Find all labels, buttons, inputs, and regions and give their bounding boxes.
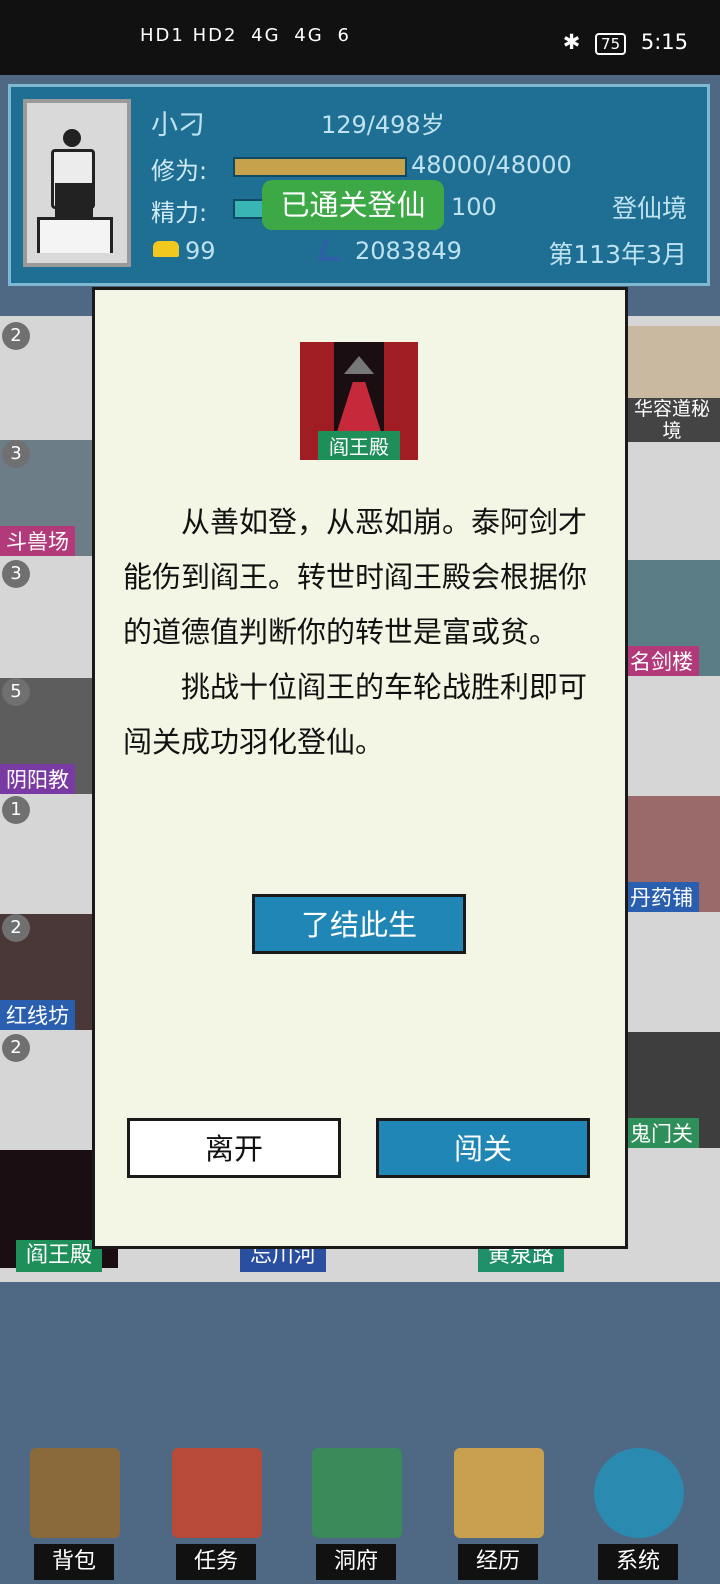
cultivation-bar — [233, 157, 407, 177]
cultivation-value: 48000/48000 — [411, 151, 572, 179]
sim-indicator: HD1 HD2 — [140, 25, 238, 46]
score-value: 2083849 — [355, 237, 462, 265]
tile-count-badge: 2 — [2, 914, 30, 942]
nav-tasks[interactable]: 任务 — [162, 1442, 272, 1582]
player-name: 小刁 — [151, 110, 205, 141]
dialog-description: 从善如登，从恶如崩。泰阿剑才能伤到阎王。转世时阎王殿会根据你的道德值判断你的转世… — [123, 495, 603, 770]
tile-label: 斗兽场 — [0, 526, 75, 556]
scroll-icon — [172, 1448, 262, 1538]
nav-label: 洞府 — [316, 1544, 396, 1580]
passed-badge: 已通关登仙 — [262, 180, 444, 230]
nav-cave[interactable]: 洞府 — [302, 1442, 412, 1582]
player-age: 129/498岁 — [321, 111, 445, 139]
level-dialog: 阎王殿 从善如登，从恶如崩。泰阿剑才能伤到阎王。转世时阎王殿会根据你的道德值判断… — [92, 287, 628, 1249]
description-paragraph-1: 从善如登，从恶如崩。泰阿剑才能伤到阎王。转世时阎王殿会根据你的道德值判断你的转世… — [123, 505, 588, 649]
nav-label: 经历 — [458, 1544, 538, 1580]
tile-count-badge: 2 — [2, 1034, 30, 1062]
tile-count-badge: 5 — [2, 678, 30, 706]
yama-hall-icon: 阎王殿 — [300, 342, 418, 460]
realm-label: 登仙境 — [611, 194, 687, 223]
bluetooth-icon: ✱ — [562, 30, 581, 54]
tile-label: 华容道秘境 — [624, 398, 720, 442]
game-date: 第113年3月 — [548, 240, 687, 269]
book-icon — [454, 1448, 544, 1538]
tile-count-badge: 1 — [2, 796, 30, 824]
nav-label: 系统 — [598, 1544, 678, 1580]
nav-history[interactable]: 经历 — [444, 1442, 554, 1582]
tile-huarong-secret[interactable]: 华容道秘境 — [624, 326, 720, 442]
tile-arena[interactable]: 3 斗兽场 — [0, 440, 96, 556]
status-indicators: HD1 HD2 4G 4G 6 — [140, 25, 357, 46]
tile-sword-tower[interactable]: 名剑楼 — [624, 560, 720, 676]
tile-ghost-gate[interactable]: 鬼门关 — [624, 1032, 720, 1148]
tile-label: 阴阳教 — [0, 764, 75, 794]
gold-ingot-icon — [153, 241, 179, 257]
challenge-button[interactable]: 闯关 — [376, 1118, 590, 1178]
leave-button[interactable]: 离开 — [127, 1118, 341, 1178]
status-right: ✱ 75 5:15 — [563, 30, 688, 55]
bag-icon — [30, 1448, 120, 1538]
signal-icon: 4G — [251, 25, 281, 46]
tile-count-badge: 3 — [2, 560, 30, 588]
tile-redline-workshop[interactable]: 2 红线坊 — [0, 914, 96, 1030]
tile-label-yama-hall[interactable]: 阎王殿 — [16, 1240, 103, 1272]
icon-caption: 阎王殿 — [318, 431, 400, 460]
wifi-icon: 6 — [337, 25, 351, 46]
gear-icon — [594, 1448, 684, 1538]
pagoda-icon — [312, 1448, 402, 1538]
battery-icon: 75 — [595, 33, 627, 55]
avatar[interactable] — [23, 99, 131, 267]
tile-label: 鬼门关 — [624, 1118, 699, 1148]
nav-label: 任务 — [176, 1544, 256, 1580]
bottom-nav: 背包 任务 洞府 经历 系统 — [0, 1430, 720, 1584]
tile-count-badge: 2 — [2, 322, 30, 350]
robe — [37, 217, 113, 253]
tile-label: 红线坊 — [0, 1000, 75, 1030]
tile-label: 名剑楼 — [624, 646, 699, 676]
status-bar: HD1 HD2 4G 4G 6 ✱ 75 5:15 — [0, 0, 720, 75]
nav-label: 背包 — [34, 1544, 114, 1580]
nav-system[interactable]: 系统 — [584, 1442, 694, 1582]
hair-bun — [63, 129, 81, 147]
cultivation-label: 修为: — [151, 157, 208, 185]
clock: 5:15 — [640, 30, 688, 54]
end-life-button[interactable]: 了结此生 — [252, 894, 466, 954]
tile-yinyang-sect[interactable]: 5 阴阳教 — [0, 678, 96, 794]
gold-value: 99 — [185, 237, 216, 265]
tile-pill-shop[interactable]: 丹药铺 — [624, 796, 720, 912]
energy-label: 精力: — [151, 199, 208, 227]
signal-icon: 4G — [294, 25, 324, 46]
brush-icon — [316, 239, 348, 261]
nav-bag[interactable]: 背包 — [20, 1442, 130, 1582]
energy-value: 100 — [451, 193, 497, 221]
hall-roof — [344, 356, 374, 374]
tile-label: 丹药铺 — [624, 882, 699, 912]
tile-count-badge: 3 — [2, 440, 30, 468]
description-paragraph-2: 挑战十位阎王的车轮战胜利即可闯关成功羽化登仙。 — [123, 670, 588, 759]
